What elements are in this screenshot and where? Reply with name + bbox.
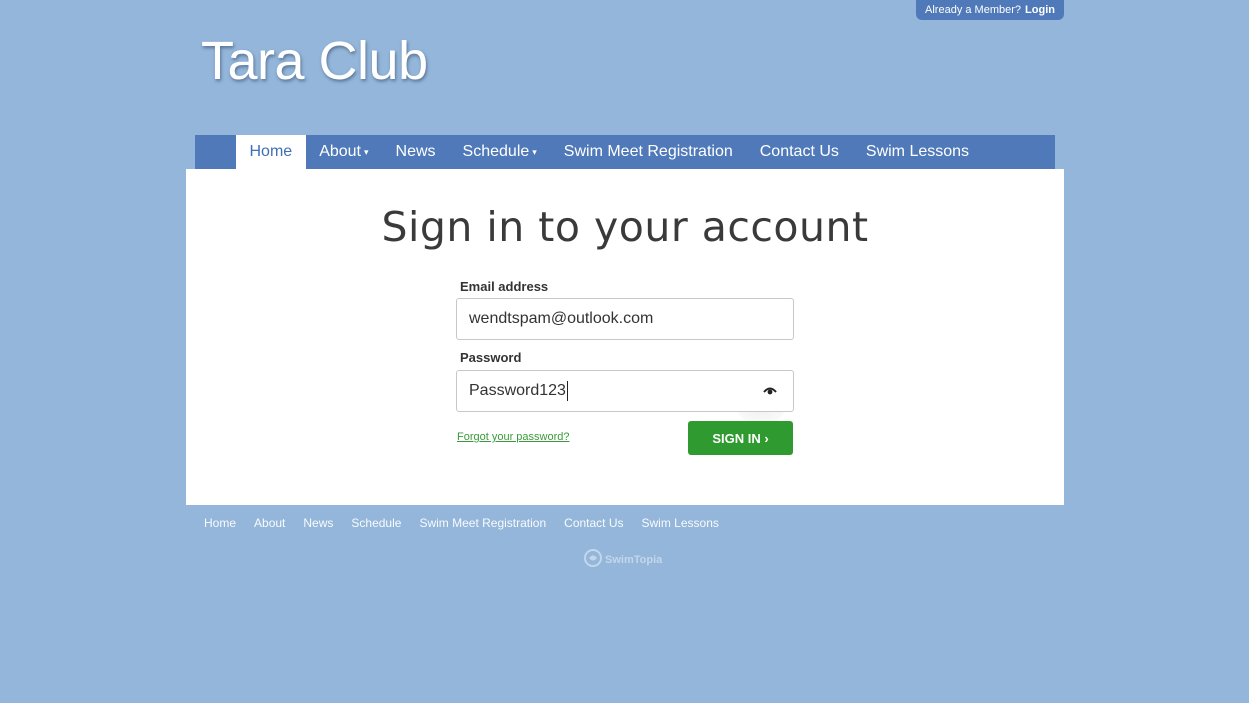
password-field[interactable]: Password123 [456,370,794,412]
caret-down-icon: ▾ [364,146,369,157]
eye-icon[interactable] [759,380,781,402]
signin-heading: Sign in to your account [381,203,869,251]
nav-item-news[interactable]: News [382,135,449,169]
nav-item-label: Contact Us [759,143,839,160]
member-login-prefix: Already a Member? [925,4,1022,16]
member-login-label: Login [1025,4,1055,16]
footer-link-home[interactable]: Home [204,516,236,530]
footer-link-about[interactable]: About [254,516,285,530]
nav-item-label: Swim Meet Registration [563,143,733,160]
nav-item-label: About [319,143,361,160]
footer-link-schedule[interactable]: Schedule [351,516,401,530]
password-label: Password [460,350,522,365]
swimtopia-logo-icon [584,549,602,570]
nav-item-label: Swim Lessons [865,143,970,160]
member-login-link[interactable]: Already a Member? Login [916,0,1064,20]
nav-item-schedule[interactable]: Schedule ▾ [449,135,550,169]
site-title: Tara Club [201,31,428,91]
footer-brand-label: SwimTopia [605,553,663,566]
nav-item-contact-us[interactable]: Contact Us [746,135,852,169]
footer-link-swim-meet-registration[interactable]: Swim Meet Registration [419,516,546,530]
nav-item-home[interactable]: Home [236,135,306,169]
nav-item-about[interactable]: About ▾ [306,135,382,169]
nav-item-swim-meet-registration[interactable]: Swim Meet Registration [550,135,746,169]
nav-item-label: News [395,143,436,160]
footer-link-contact-us[interactable]: Contact Us [564,516,623,530]
main-nav: Home About ▾ News Schedule ▾ Swim Meet R… [195,135,1055,169]
footer-nav: Home About News Schedule Swim Meet Regis… [204,516,737,530]
email-label: Email address [460,279,549,294]
sign-in-button[interactable]: SIGN IN › [688,421,793,455]
email-value: wendtspam@outlook.com [469,310,654,327]
footer-link-news[interactable]: News [303,516,333,530]
password-value: Password123 [469,382,566,399]
footer-brand[interactable]: SwimTopia [584,549,662,570]
nav-item-swim-lessons[interactable]: Swim Lessons [852,135,982,169]
forgot-password-link[interactable]: Forgot your password? [457,431,570,443]
signin-card: Sign in to your account Email address we… [186,169,1064,505]
footer-link-swim-lessons[interactable]: Swim Lessons [642,516,719,530]
nav-item-label: Home [249,143,293,160]
text-cursor [566,381,568,401]
email-field[interactable]: wendtspam@outlook.com [456,298,794,340]
nav-item-label: Schedule [462,143,530,160]
caret-down-icon: ▾ [532,146,537,157]
